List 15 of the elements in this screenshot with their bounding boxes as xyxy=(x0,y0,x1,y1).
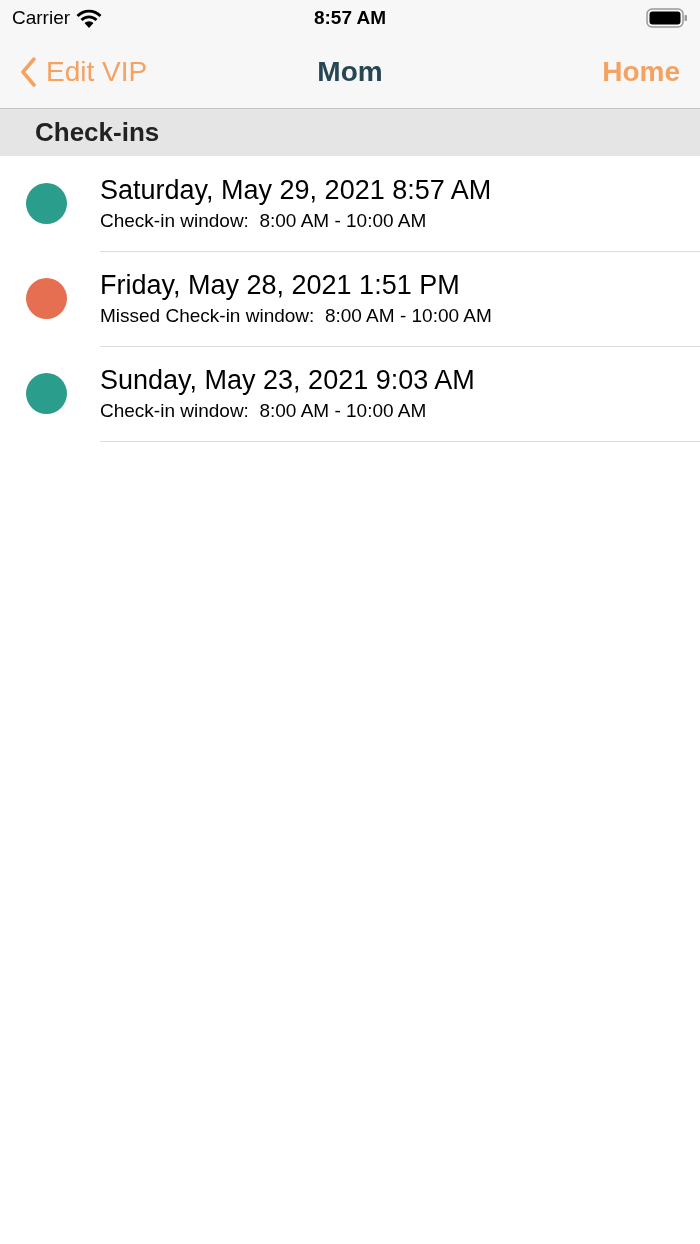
checkin-datetime: Sunday, May 23, 2021 9:03 AM xyxy=(100,364,476,396)
checkin-datetime: Saturday, May 29, 2021 8:57 AM xyxy=(100,174,493,206)
carrier-name: Carrier xyxy=(12,7,71,29)
chevron-left-icon xyxy=(20,57,36,87)
checkin-datetime: Friday, May 28, 2021 1:51 PM xyxy=(100,269,461,301)
checkin-window: Check-in window: 8:00 AM - 10:00 AM xyxy=(100,209,700,232)
section-title: Check-ins xyxy=(35,117,160,148)
nav-title: Mom xyxy=(317,56,383,88)
battery-icon xyxy=(646,8,688,28)
wifi-icon xyxy=(76,8,103,28)
home-button[interactable]: Home xyxy=(602,56,680,88)
back-button[interactable]: Edit VIP xyxy=(20,56,148,88)
checkin-window: Missed Check-in window: 8:00 AM - 10:00 AM xyxy=(100,304,700,327)
status-time: 8:57 AM xyxy=(313,7,387,29)
checkin-window: Check-in window: 8:00 AM - 10:00 AM xyxy=(100,399,700,422)
